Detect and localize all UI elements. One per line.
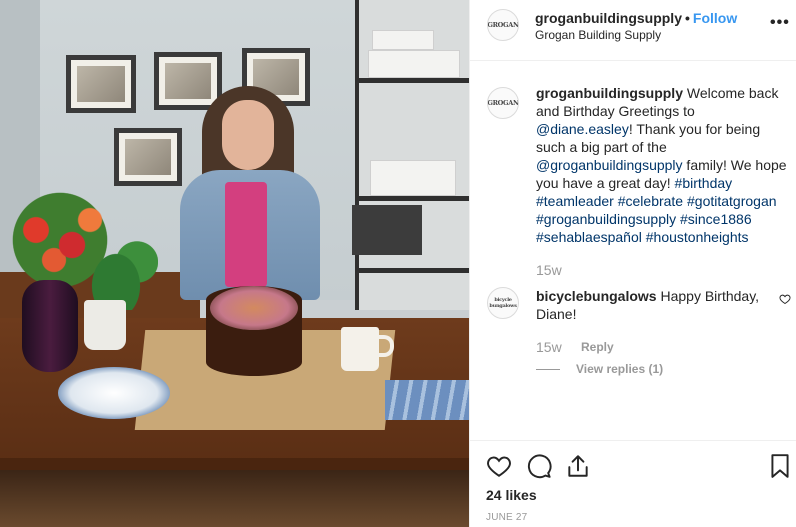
header-username-row: groganbuildingsupply • Follow — [535, 10, 737, 26]
comment-icon[interactable] — [526, 453, 552, 479]
follow-button[interactable]: Follow — [693, 10, 737, 26]
mug-handle — [376, 335, 394, 357]
box — [370, 160, 456, 196]
person-face — [222, 100, 274, 170]
hashtag-link[interactable]: #sehablaespañol — [536, 229, 642, 245]
more-icon[interactable]: ••• — [770, 14, 790, 32]
bookmark-icon[interactable] — [767, 453, 793, 479]
header-subtitle[interactable]: Grogan Building Supply — [535, 28, 661, 42]
hashtag-link[interactable]: #birthday — [675, 175, 733, 191]
hashtag-link[interactable]: #gotitatgrogan — [687, 193, 777, 209]
mention-link[interactable]: @groganbuildingsupply — [536, 157, 683, 173]
caption: groganbuildingsupply Welcome back and Bi… — [536, 84, 791, 246]
paper-plates — [58, 367, 170, 419]
post-header: GROGAN groganbuildingsupply • Follow Groga… — [470, 0, 796, 61]
likes-count[interactable]: 24 likes — [486, 487, 537, 503]
header-username[interactable]: groganbuildingsupply — [535, 10, 682, 26]
desk-edge — [0, 458, 469, 470]
printer — [352, 205, 422, 255]
heart-icon[interactable] — [779, 293, 791, 305]
caption-timestamp[interactable]: 15w — [536, 262, 562, 278]
avatar[interactable]: GROGAN — [487, 9, 519, 41]
heart-icon[interactable] — [486, 453, 512, 479]
share-icon[interactable] — [565, 453, 591, 479]
hashtag-link[interactable]: #teamleader — [536, 193, 614, 209]
framed-picture — [66, 55, 136, 113]
vase — [22, 280, 78, 372]
avatar[interactable]: GROGAN — [487, 87, 519, 119]
avatar-logo-text: GROGAN — [487, 99, 519, 107]
plant — [88, 230, 158, 310]
avatar-logo-text: GROGAN — [487, 21, 519, 29]
view-replies-button[interactable]: View replies (1) — [576, 362, 663, 376]
comment-timestamp[interactable]: 15w — [536, 339, 562, 355]
plant-pot — [84, 300, 126, 350]
avatar[interactable]: bicycle bungalows — [487, 287, 519, 319]
replies-divider — [536, 369, 560, 370]
framed-picture — [154, 52, 222, 110]
reply-button[interactable]: Reply — [581, 340, 614, 354]
shelf-bar — [355, 78, 469, 83]
separator-dot: • — [685, 10, 690, 26]
shelf-bar — [355, 196, 469, 201]
comments-section: GROGAN groganbuildingsupply Welcome back… — [470, 61, 796, 439]
napkins — [385, 380, 469, 420]
post-photo[interactable] — [0, 0, 469, 527]
mug — [341, 327, 379, 371]
hashtag-link[interactable]: #houstonheights — [646, 229, 749, 245]
mention-link[interactable]: @diane.easley — [536, 121, 629, 137]
caption-username[interactable]: groganbuildingsupply — [536, 85, 683, 101]
framed-picture — [114, 128, 182, 186]
comment: bicyclebungalows Happy Birthday, Diane! — [536, 287, 771, 323]
hashtag-link[interactable]: #celebrate — [618, 193, 683, 209]
avatar-logo-text: bicycle bungalows — [489, 297, 517, 309]
post-date[interactable]: JUNE 27 — [486, 512, 527, 523]
hashtag-link[interactable]: #groganbuildingsupply — [536, 211, 676, 227]
box — [372, 30, 434, 50]
cake-top — [210, 286, 298, 330]
post-sidebar: GROGAN groganbuildingsupply • Follow Groga… — [469, 0, 796, 527]
box — [368, 50, 460, 78]
person-shirt — [225, 182, 267, 287]
action-bar: 24 likes JUNE 27 — [470, 440, 796, 527]
hashtag-link[interactable]: #since1886 — [680, 211, 752, 227]
floor — [0, 470, 469, 527]
comment-username[interactable]: bicyclebungalows — [536, 288, 657, 304]
shelf-bar — [355, 268, 469, 273]
